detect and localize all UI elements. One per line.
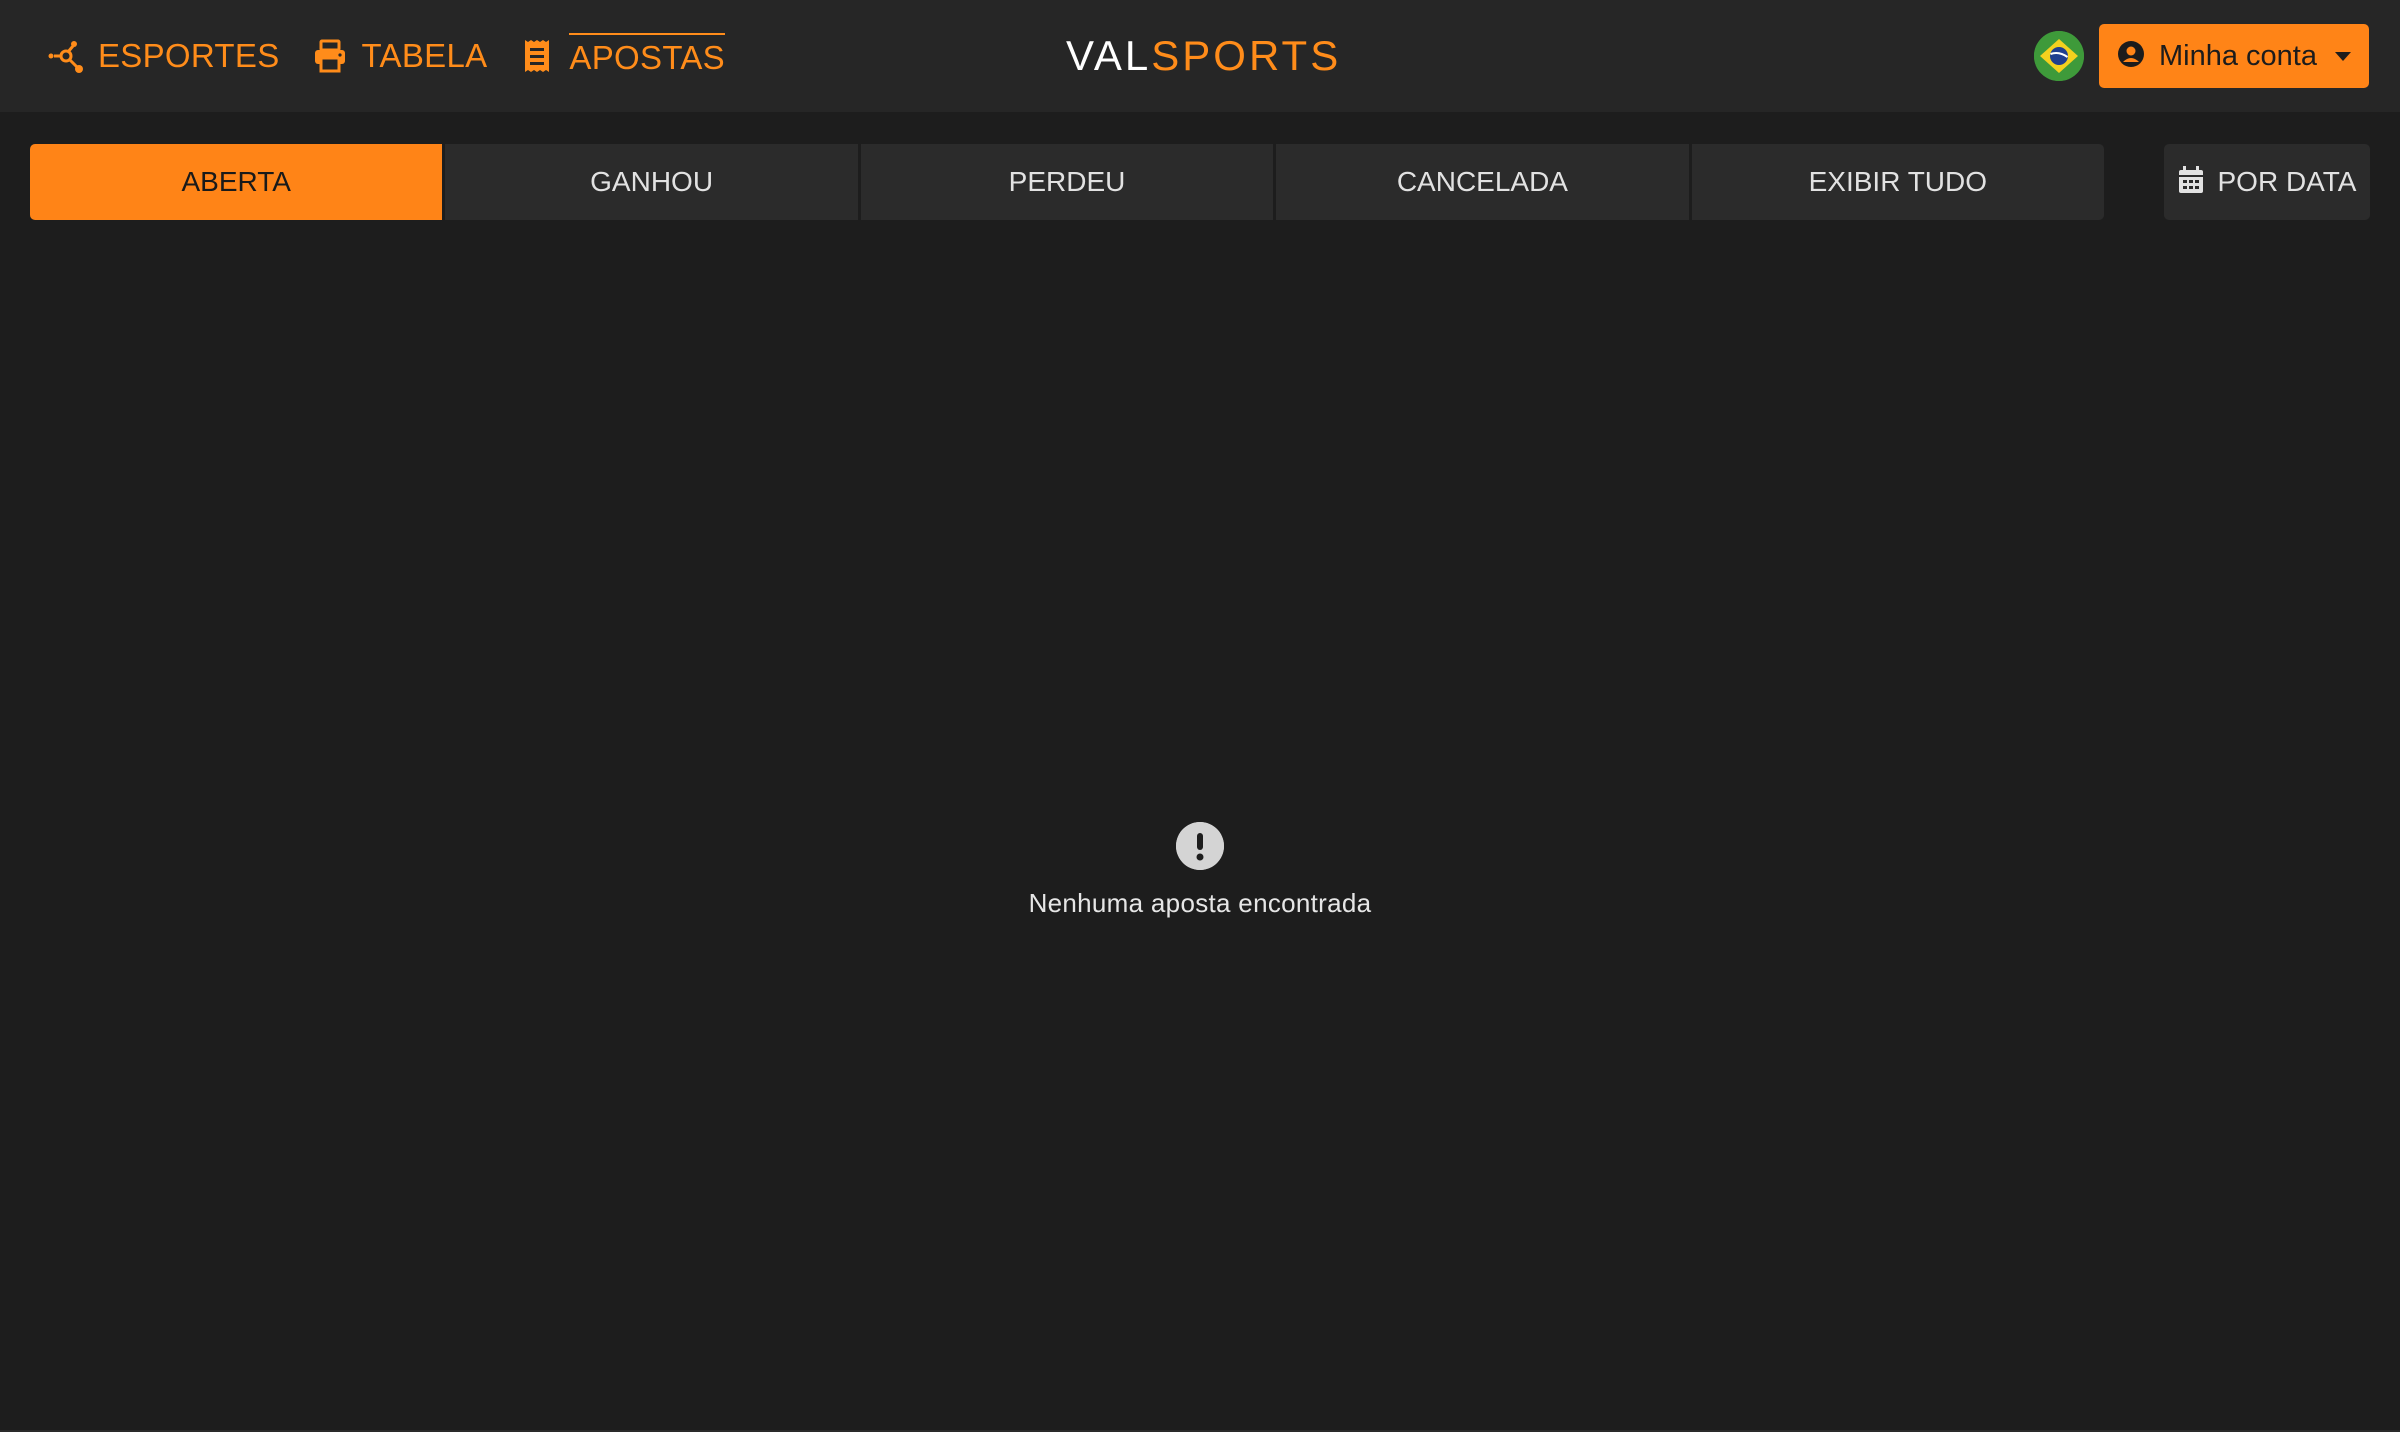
bet-status-tabs: ABERTA GANHOU PERDEU CANCELADA EXIBIR TU… xyxy=(30,144,2104,220)
filter-by-date-label: POR DATA xyxy=(2217,166,2357,197)
logo-text-secondary: SPORTS xyxy=(1151,32,1342,79)
nav-item-tabela[interactable]: TABELA xyxy=(310,30,488,82)
user-circle-icon xyxy=(2117,40,2145,73)
printer-icon xyxy=(310,36,350,76)
calendar-icon xyxy=(2178,165,2204,199)
brazil-flag-icon[interactable] xyxy=(2034,31,2084,81)
tab-perdeu[interactable]: PERDEU xyxy=(857,144,1274,220)
empty-state-message: Nenhuma aposta encontrada xyxy=(1028,888,1372,918)
tab-exibir-tudo[interactable]: EXIBIR TUDO xyxy=(1688,144,2104,220)
main-nav: ESPORTES TABELA APOSTAS xyxy=(46,30,755,82)
my-account-label: Minha conta xyxy=(2159,39,2317,72)
sports-network-icon xyxy=(46,36,86,76)
logo-text-primary: VAL xyxy=(1066,32,1152,79)
receipt-icon xyxy=(517,36,557,76)
nav-label: ESPORTES xyxy=(98,37,280,74)
nav-item-apostas[interactable]: APOSTAS xyxy=(517,30,725,82)
empty-state: Nenhuma aposta encontrada xyxy=(0,822,2400,919)
bets-page: ESPORTES TABELA APOSTAS VAL SPORTS Minha… xyxy=(0,0,2400,1432)
tab-cancelada[interactable]: CANCELADA xyxy=(1273,144,1689,220)
my-account-button[interactable]: Minha conta xyxy=(2099,24,2369,88)
nav-item-esportes[interactable]: ESPORTES xyxy=(46,30,280,82)
tab-ganhou[interactable]: GANHOU xyxy=(442,144,858,220)
nav-label: TABELA xyxy=(361,37,488,74)
chevron-down-icon xyxy=(2335,52,2351,61)
nav-label: APOSTAS xyxy=(569,33,725,81)
tab-aberta[interactable]: ABERTA xyxy=(30,144,443,220)
valsports-logo[interactable]: VAL SPORTS xyxy=(1066,32,1341,80)
filter-by-date-button[interactable]: POR DATA xyxy=(2164,144,2370,220)
top-navbar: ESPORTES TABELA APOSTAS VAL SPORTS Minha… xyxy=(0,0,2400,112)
exclamation-circle-icon xyxy=(1176,822,1224,870)
